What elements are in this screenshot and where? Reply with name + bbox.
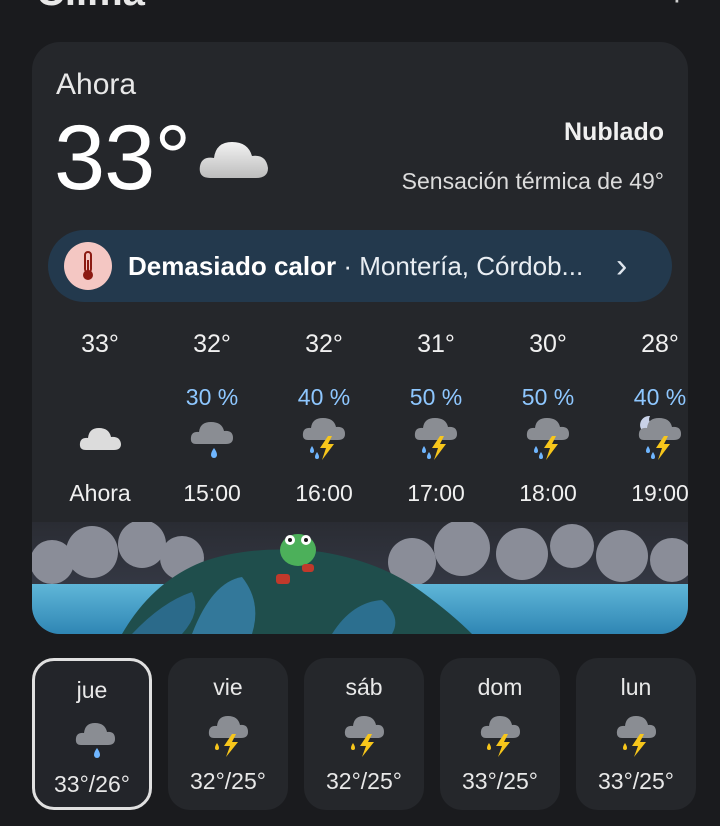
day-name: lun — [620, 674, 652, 700]
condition-text: Nublado — [564, 118, 664, 146]
hour-time: Ahora — [69, 480, 131, 506]
day-card-selected[interactable]: jue 33°/26° — [32, 658, 152, 810]
day-range: 32°/25° — [190, 768, 266, 794]
thunderstorm-icon — [208, 716, 248, 757]
hour-time: 17:00 — [407, 480, 465, 506]
thunderstorm-icon — [414, 418, 457, 460]
day-name: sáb — [345, 674, 383, 700]
rain-cloud-icon — [75, 723, 115, 758]
top-bar: Clima ⋮ — [0, 0, 720, 14]
hour-item[interactable]: 30° 50 % 18:00 — [492, 330, 604, 520]
hour-item[interactable]: 32° 40 % 16:00 — [268, 330, 380, 520]
hour-time: 15:00 — [183, 480, 241, 506]
now-label: Ahora — [56, 68, 137, 101]
day-range: 32°/25° — [326, 768, 402, 794]
current-weather-card[interactable]: Ahora 33° Nublado Sensación térmica de 4… — [32, 42, 688, 634]
day-card[interactable]: sáb 32°/25° — [304, 658, 424, 810]
thunderstorm-icon — [302, 418, 345, 460]
alert-location: Montería, Córdob... — [359, 250, 584, 281]
hour-precip: 30 % — [185, 384, 239, 410]
thunderstorm-icon — [616, 716, 656, 757]
day-name: dom — [477, 674, 523, 700]
day-card[interactable]: dom 33°/25° — [440, 658, 560, 810]
day-name: vie — [213, 674, 243, 700]
hour-item[interactable]: 28° 40 % 19:00 — [604, 330, 688, 520]
day-range: 33°/25° — [598, 768, 674, 794]
hour-item[interactable]: 31° 50 % 17:00 — [380, 330, 492, 520]
alert-separator: · — [336, 250, 360, 281]
alert-title: Demasiado calor — [128, 250, 337, 281]
cloud-icon — [199, 142, 268, 178]
night-thunderstorm-icon — [638, 415, 681, 460]
heat-alert-chip[interactable]: Demasiado calor · Montería, Córdob... › — [48, 230, 672, 302]
cloud-icon — [79, 428, 121, 450]
hour-precip: 50 % — [409, 384, 463, 410]
current-temperature: 33° — [54, 107, 191, 209]
day-range: 33°/26° — [54, 771, 130, 797]
day-range: 33°/25° — [462, 768, 538, 794]
chevron-right-icon: › — [616, 246, 628, 285]
alert-text: Demasiado calor · Montería, Córdob... — [128, 251, 608, 282]
hour-precip: 40 % — [633, 384, 687, 410]
hour-time: 16:00 — [295, 480, 353, 506]
hour-temp: 28° — [641, 330, 679, 358]
thunderstorm-icon — [480, 716, 520, 757]
thunderstorm-icon — [344, 716, 384, 757]
more-options-icon[interactable]: ⋮ — [664, 0, 690, 7]
hour-time: 19:00 — [631, 480, 688, 506]
weather-illustration — [32, 522, 688, 634]
app-title: Clima — [36, 0, 145, 15]
hour-time: 18:00 — [519, 480, 577, 506]
hour-temp: 32° — [193, 330, 231, 358]
day-name: jue — [76, 677, 108, 703]
rain-cloud-icon — [190, 422, 233, 458]
hour-temp: 31° — [417, 330, 455, 358]
hour-precip: 50 % — [521, 384, 575, 410]
hour-temp: 32° — [305, 330, 343, 358]
day-card[interactable]: lun 33°/25° — [576, 658, 696, 810]
hourly-forecast[interactable]: 33° Ahora 32° 30 % 15:00 32° 40 % 16:00 … — [32, 330, 688, 520]
feels-like-text: Sensación térmica de 49° — [401, 168, 664, 194]
hour-precip: 40 % — [297, 384, 351, 410]
daily-forecast[interactable]: jue 33°/26° vie 32°/25° sáb 32°/25° dom — [32, 658, 720, 810]
hour-temp: 30° — [529, 330, 567, 358]
hour-item[interactable]: 33° Ahora — [44, 330, 156, 520]
thunderstorm-icon — [526, 418, 569, 460]
thermometer-icon — [64, 242, 112, 290]
hour-item[interactable]: 32° 30 % 15:00 — [156, 330, 268, 520]
day-card[interactable]: vie 32°/25° — [168, 658, 288, 810]
hour-temp: 33° — [81, 330, 119, 358]
